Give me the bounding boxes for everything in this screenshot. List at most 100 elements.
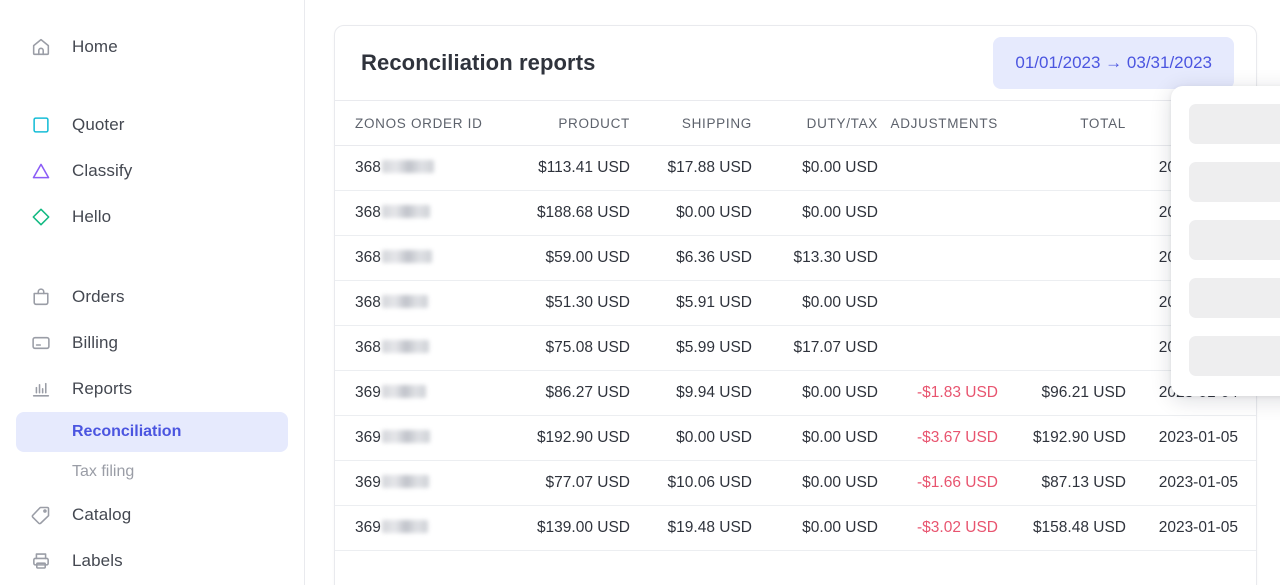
sidebar-item-label: Classify [72,161,133,180]
column-header-adjustments[interactable]: ADJUSTMENTS [878,101,998,146]
cell-product: $59.00 USD [505,235,630,281]
table-row[interactable]: 368$51.30 USD$5.91 USD$0.00 USD2023-01-0… [335,280,1256,326]
column-header-product[interactable]: PRODUCT [505,101,630,146]
cell-shipping: $17.88 USD [630,145,752,191]
cell-total: $96.21 USD [998,370,1126,416]
sidebar-item-catalog[interactable]: Catalog [0,492,304,538]
sidebar-item-billing[interactable]: Billing [0,320,304,366]
order-id-visible-prefix: 368 [355,294,381,311]
cell-shipping: $10.06 USD [630,460,752,506]
cell-date: 2023-01-05 [1126,505,1256,551]
cell-total [998,280,1126,326]
table-row[interactable]: 368$188.68 USD$0.00 USD$0.00 USD2023-01-… [335,190,1256,236]
cell-order-id: 368 [335,325,505,371]
cell-total: $192.90 USD [998,415,1126,461]
order-id-visible-prefix: 368 [355,204,381,221]
cell-product: $139.00 USD [505,505,630,551]
tag-icon [30,504,52,526]
cell-order-id: 369 [335,460,505,506]
table-row[interactable]: 369 $192.90 USD $0.00 USD $0.00 USD -$3.67 U… [335,415,1256,461]
order-id-visible-prefix: 369 [355,519,381,536]
page-title: Reconciliation reports [361,50,596,75]
order-id-redacted [381,520,428,533]
cell-order-id: 369 [335,505,505,551]
column-header-duty-tax[interactable]: DUTY/TAX [752,101,878,146]
sidebar-subitem-label: Reconciliation [72,423,182,440]
sidebar-subitem-tax-filing[interactable]: Tax filing [16,452,288,492]
square-icon [30,114,52,136]
column-header-zonos-order-id[interactable]: ZONOS ORDER ID [335,101,505,146]
cell-order-id: 369 [335,370,505,416]
table-row[interactable]: 369 $77.07 USD $10.06 USD $0.00 USD -$1.66 U… [335,460,1256,506]
cell-adjustments [878,145,998,191]
sidebar-item-label: Hello [72,207,112,226]
cell-order-id: 368 [335,235,505,281]
home-icon [30,36,52,58]
table-row[interactable]: 368$113.41 USD$17.88 USD$0.00 USD2023-01… [335,145,1256,191]
table-row[interactable]: 368$75.08 USD$5.99 USD$17.07 USD2023-01-… [335,325,1256,371]
cell-adjustments [878,280,998,326]
order-id-redacted [381,205,430,218]
table-header-row: ZONOS ORDER ID PRODUCT SHIPPING DUTY/TAX ADJ… [335,101,1256,146]
bar-chart-icon [30,378,52,400]
order-id-visible-prefix: 369 [355,384,381,401]
cell-product: $188.68 USD [505,190,630,236]
order-id-redacted [381,160,434,173]
table-row[interactable]: 368$59.00 USD$6.36 USD$13.30 USD2023-01-… [335,235,1256,281]
sidebar-item-label: Orders [72,287,125,306]
column-header-total[interactable]: TOTAL [998,101,1126,146]
cell-product: $192.90 USD [505,415,630,461]
cell-order-id: 368 [335,280,505,326]
order-id-visible-prefix: 368 [355,339,381,356]
dropdown-option-year-to-date[interactable]: Year to date [1189,220,1280,260]
cell-order-id: 368 [335,190,505,236]
dropdown-option-this-quarter[interactable]: This quarter [1189,104,1280,144]
cell-duty-tax: $0.00 USD [752,190,878,236]
cell-duty-tax: $17.07 USD [752,325,878,371]
sidebar-item-hello[interactable]: Hello [0,194,304,240]
sidebar-item-labels[interactable]: Labels [0,538,304,584]
date-range-picker-button[interactable]: 01/01/2023 → 03/31/2023 [993,37,1234,89]
cell-duty-tax: $0.00 USD [752,280,878,326]
sidebar-item-orders[interactable]: Orders [0,274,304,320]
cell-total: $87.13 USD [998,460,1126,506]
date-range-dropdown-menu[interactable]: This quarter Last quarter Year to date Last… [1171,86,1280,396]
cell-date: 2023-01-05 [1126,460,1256,506]
cell-shipping: $0.00 USD [630,415,752,461]
order-id-redacted [381,475,429,488]
sidebar-item-label: Labels [72,551,123,570]
sidebar-item-label: Home [72,37,118,56]
sidebar-item-quoter[interactable]: Quoter [0,102,304,148]
order-id-visible-prefix: 369 [355,429,381,446]
sidebar-item-label: Reports [72,379,133,398]
order-id-redacted [381,385,426,398]
cell-shipping: $9.94 USD [630,370,752,416]
sidebar-nav-reports-subnav: Reconciliation Tax filing [0,412,304,492]
cell-total [998,325,1126,371]
cell-duty-tax: $13.30 USD [752,235,878,281]
cell-adjustments: -$1.83 USD [878,370,998,416]
cell-product: $77.07 USD [505,460,630,506]
sidebar-item-home[interactable]: Home [0,24,304,70]
cell-duty-tax: $0.00 USD [752,505,878,551]
dropdown-option-custom[interactable]: Custom [1189,336,1280,376]
cell-total [998,235,1126,281]
cell-shipping: $6.36 USD [630,235,752,281]
dropdown-option-last-year[interactable]: Last year [1189,278,1280,318]
order-id-visible-prefix: 368 [355,249,381,266]
sidebar-item-label: Billing [72,333,119,352]
sidebar-subitem-reconciliation[interactable]: Reconciliation [16,412,288,452]
cell-product: $113.41 USD [505,145,630,191]
column-header-shipping[interactable]: SHIPPING [630,101,752,146]
sidebar-item-classify[interactable]: Classify [0,148,304,194]
cell-duty-tax: $0.00 USD [752,370,878,416]
cell-adjustments: -$1.66 USD [878,460,998,506]
cell-product: $75.08 USD [505,325,630,371]
order-id-visible-prefix: 368 [355,159,381,176]
table-body: 368$113.41 USD$17.88 USD$0.00 USD2023-01… [335,145,1256,551]
table-row[interactable]: 369 $86.27 USD $9.94 USD $0.00 USD -$1.83 US… [335,370,1256,416]
dropdown-option-last-quarter[interactable]: Last quarter [1189,162,1280,202]
table-row[interactable]: 369 $139.00 USD $19.48 USD $0.00 USD -$3.02 … [335,505,1256,551]
card-header: Reconciliation reports 01/01/2023 → 03/3… [335,26,1256,101]
sidebar-item-reports[interactable]: Reports [0,366,304,412]
